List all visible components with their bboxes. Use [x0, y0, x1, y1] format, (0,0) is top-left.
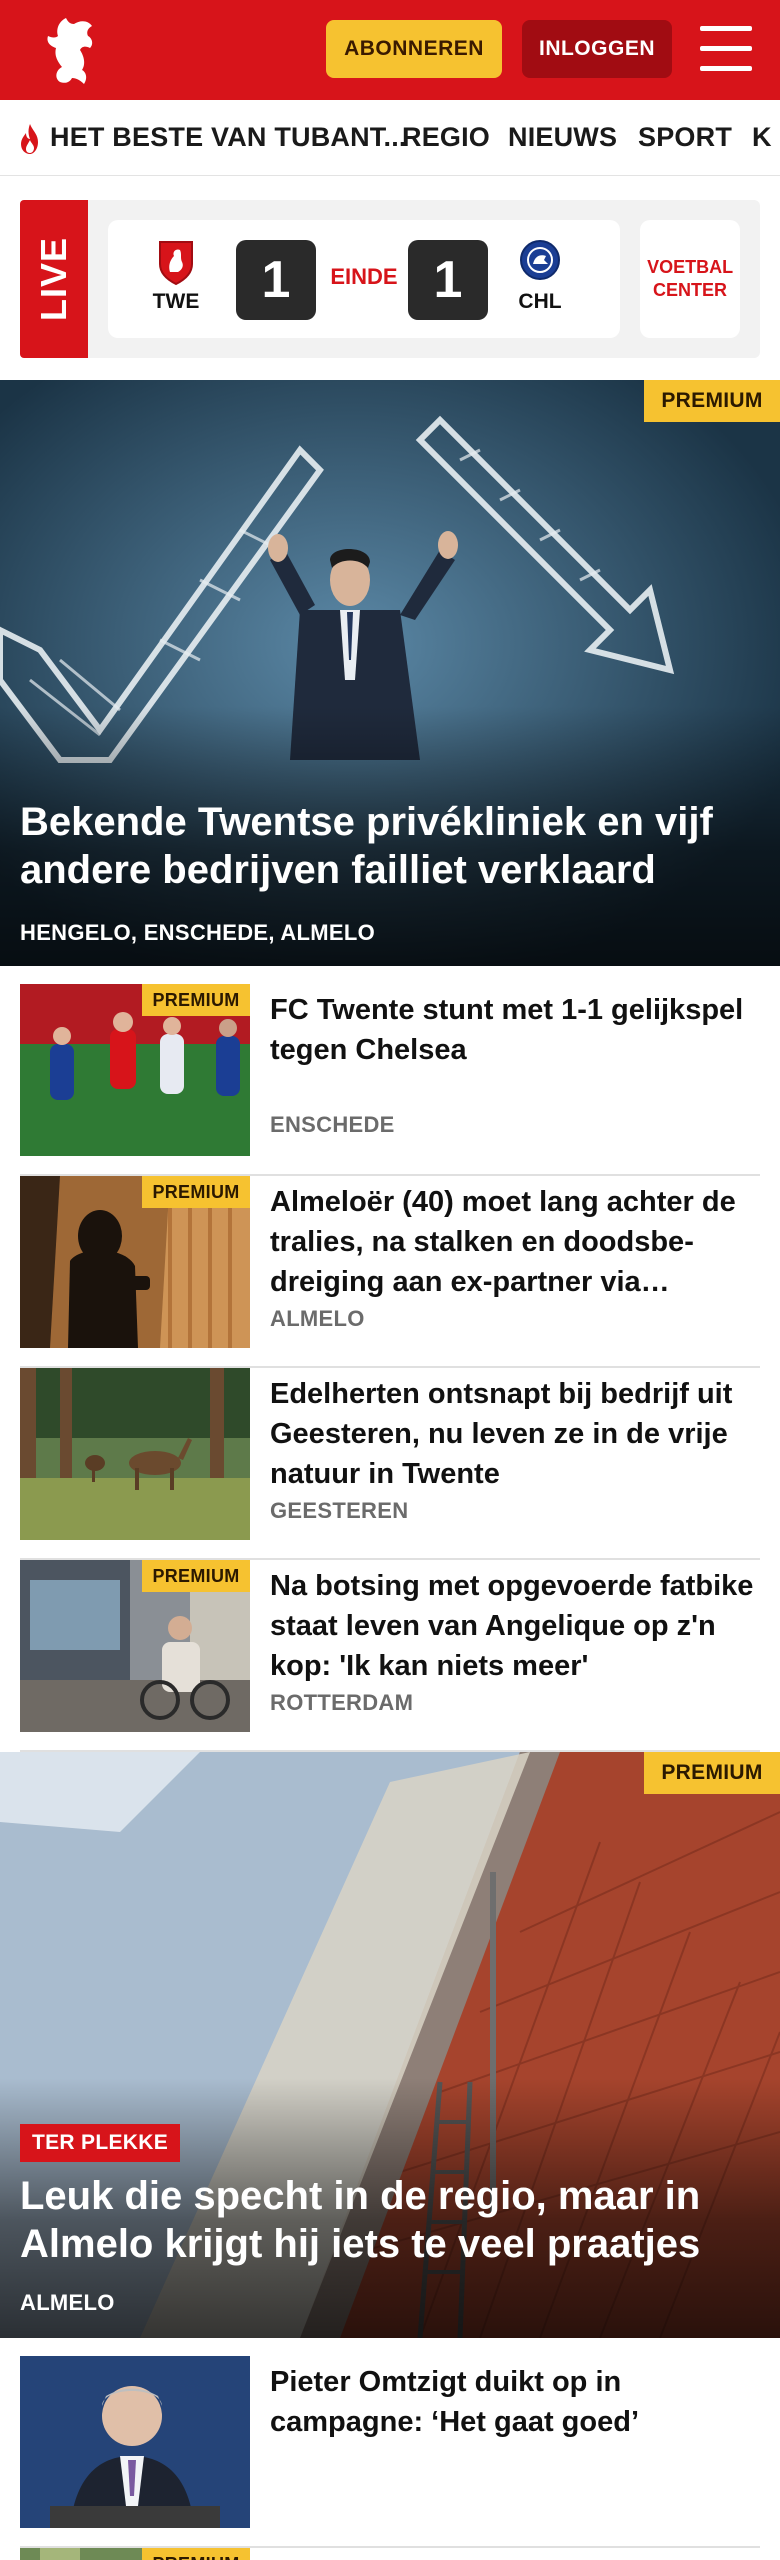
premium-badge: PREMIUM	[142, 984, 250, 1016]
nav-item-sport[interactable]: SPORT	[638, 122, 732, 153]
kicker-label: TER PLEKKE	[20, 2124, 181, 2162]
hero-location: HENGELO, ENSCHEDE, ALMELO	[20, 920, 376, 945]
hamburger-menu-icon[interactable]	[700, 26, 752, 72]
list-item[interactable]: PREMIUM Almeloër (40) moet lang achter d…	[20, 1176, 760, 1368]
article-location: ENSCHEDE	[270, 1112, 395, 1137]
premium-badge: PREMIUM	[142, 1176, 250, 1208]
featured-headline[interactable]: Leuk die specht in de regio, maar in Alm…	[20, 2172, 760, 2268]
featured-location: ALMELO	[20, 2290, 115, 2315]
live-score-widget: LIVE TWE 1 EINDE 1 CHL VOETBAL CENTER	[20, 200, 760, 358]
nav-item-regio[interactable]: REGIO	[402, 122, 490, 153]
top-bar: ABONNEREN INLOGGEN	[0, 0, 780, 100]
nav-item-nieuws[interactable]: NIEUWS	[508, 122, 617, 153]
tubantia-horse-logo[interactable]	[32, 12, 108, 90]
premium-badge: PREMIUM	[142, 2548, 250, 2560]
away-score: 1	[408, 240, 488, 320]
fc-twente-crest-icon	[159, 241, 193, 286]
login-button[interactable]: INLOGGEN	[522, 20, 672, 78]
hero-headline[interactable]: Bekende Twentse privékliniek en vijf and…	[20, 798, 760, 894]
article-thumbnail: PREMIUM	[20, 2548, 250, 2560]
article-thumbnail	[20, 2356, 250, 2528]
flame-icon	[21, 124, 38, 154]
nav-item-het-beste[interactable]: HET BESTE VAN TUBANT...	[50, 122, 407, 153]
hero-article[interactable]: PREMIUM Bekende Twentse privékliniek en …	[0, 380, 780, 966]
article-title[interactable]: Na botsing met opgevoerde fatbike staat …	[270, 1566, 760, 1686]
live-label: LIVE	[20, 200, 88, 358]
premium-badge: PREMIUM	[142, 1560, 250, 1592]
article-title[interactable]: Edelherten ontsnapt bij bedrijf uit Gees…	[270, 1374, 760, 1494]
match-status: EINDE	[330, 264, 398, 289]
premium-badge: PREMIUM	[644, 1752, 780, 1794]
home-team-code: TWE	[152, 290, 200, 313]
match-score-card[interactable]: TWE 1 EINDE 1 CHL	[108, 220, 620, 338]
nav-item-more[interactable]: K	[752, 122, 772, 153]
away-team-code: CHL	[518, 290, 562, 313]
featured-article[interactable]: PREMIUM TER PLEKKE Leuk die specht in de…	[0, 1752, 780, 2338]
article-thumbnail: PREMIUM	[20, 1560, 250, 1732]
list-item[interactable]: PREMIUM Na botsing met opgevoerde fatbik…	[20, 1560, 760, 1752]
section-nav: HET BESTE VAN TUBANT... REGIO NIEUWS SPO…	[0, 100, 780, 176]
article-thumbnail: PREMIUM	[20, 984, 250, 1156]
article-title[interactable]: Pieter Omtzigt duikt op in campagne: ‘He…	[270, 2362, 760, 2442]
list-item[interactable]: Edelherten ontsnapt bij bedrijf uit Gees…	[20, 1368, 760, 1560]
article-location: GEESTEREN	[270, 1498, 409, 1523]
list-item[interactable]: PREMIUM FC Twente stunt met 1-1 gelijksp…	[20, 984, 760, 1176]
article-title[interactable]: FC Twente stunt met 1-1 gelijkspel tegen…	[270, 990, 760, 1070]
list-item[interactable]: Pieter Omtzigt duikt op in campagne: ‘He…	[20, 2356, 760, 2548]
list-item[interactable]: PREMIUM	[20, 2548, 760, 2560]
premium-badge: PREMIUM	[644, 380, 780, 422]
article-thumbnail	[20, 1368, 250, 1540]
article-thumbnail: PREMIUM	[20, 1176, 250, 1348]
article-title[interactable]: Almeloër (40) moet lang achter de tralie…	[270, 1182, 760, 1302]
chelsea-crest-icon	[520, 240, 560, 280]
article-location: ROTTERDAM	[270, 1690, 414, 1715]
subscribe-button[interactable]: ABONNEREN	[326, 20, 502, 78]
home-score: 1	[236, 240, 316, 320]
voetbal-center-button[interactable]: VOETBAL CENTER	[640, 220, 740, 338]
article-location: ALMELO	[270, 1306, 365, 1331]
